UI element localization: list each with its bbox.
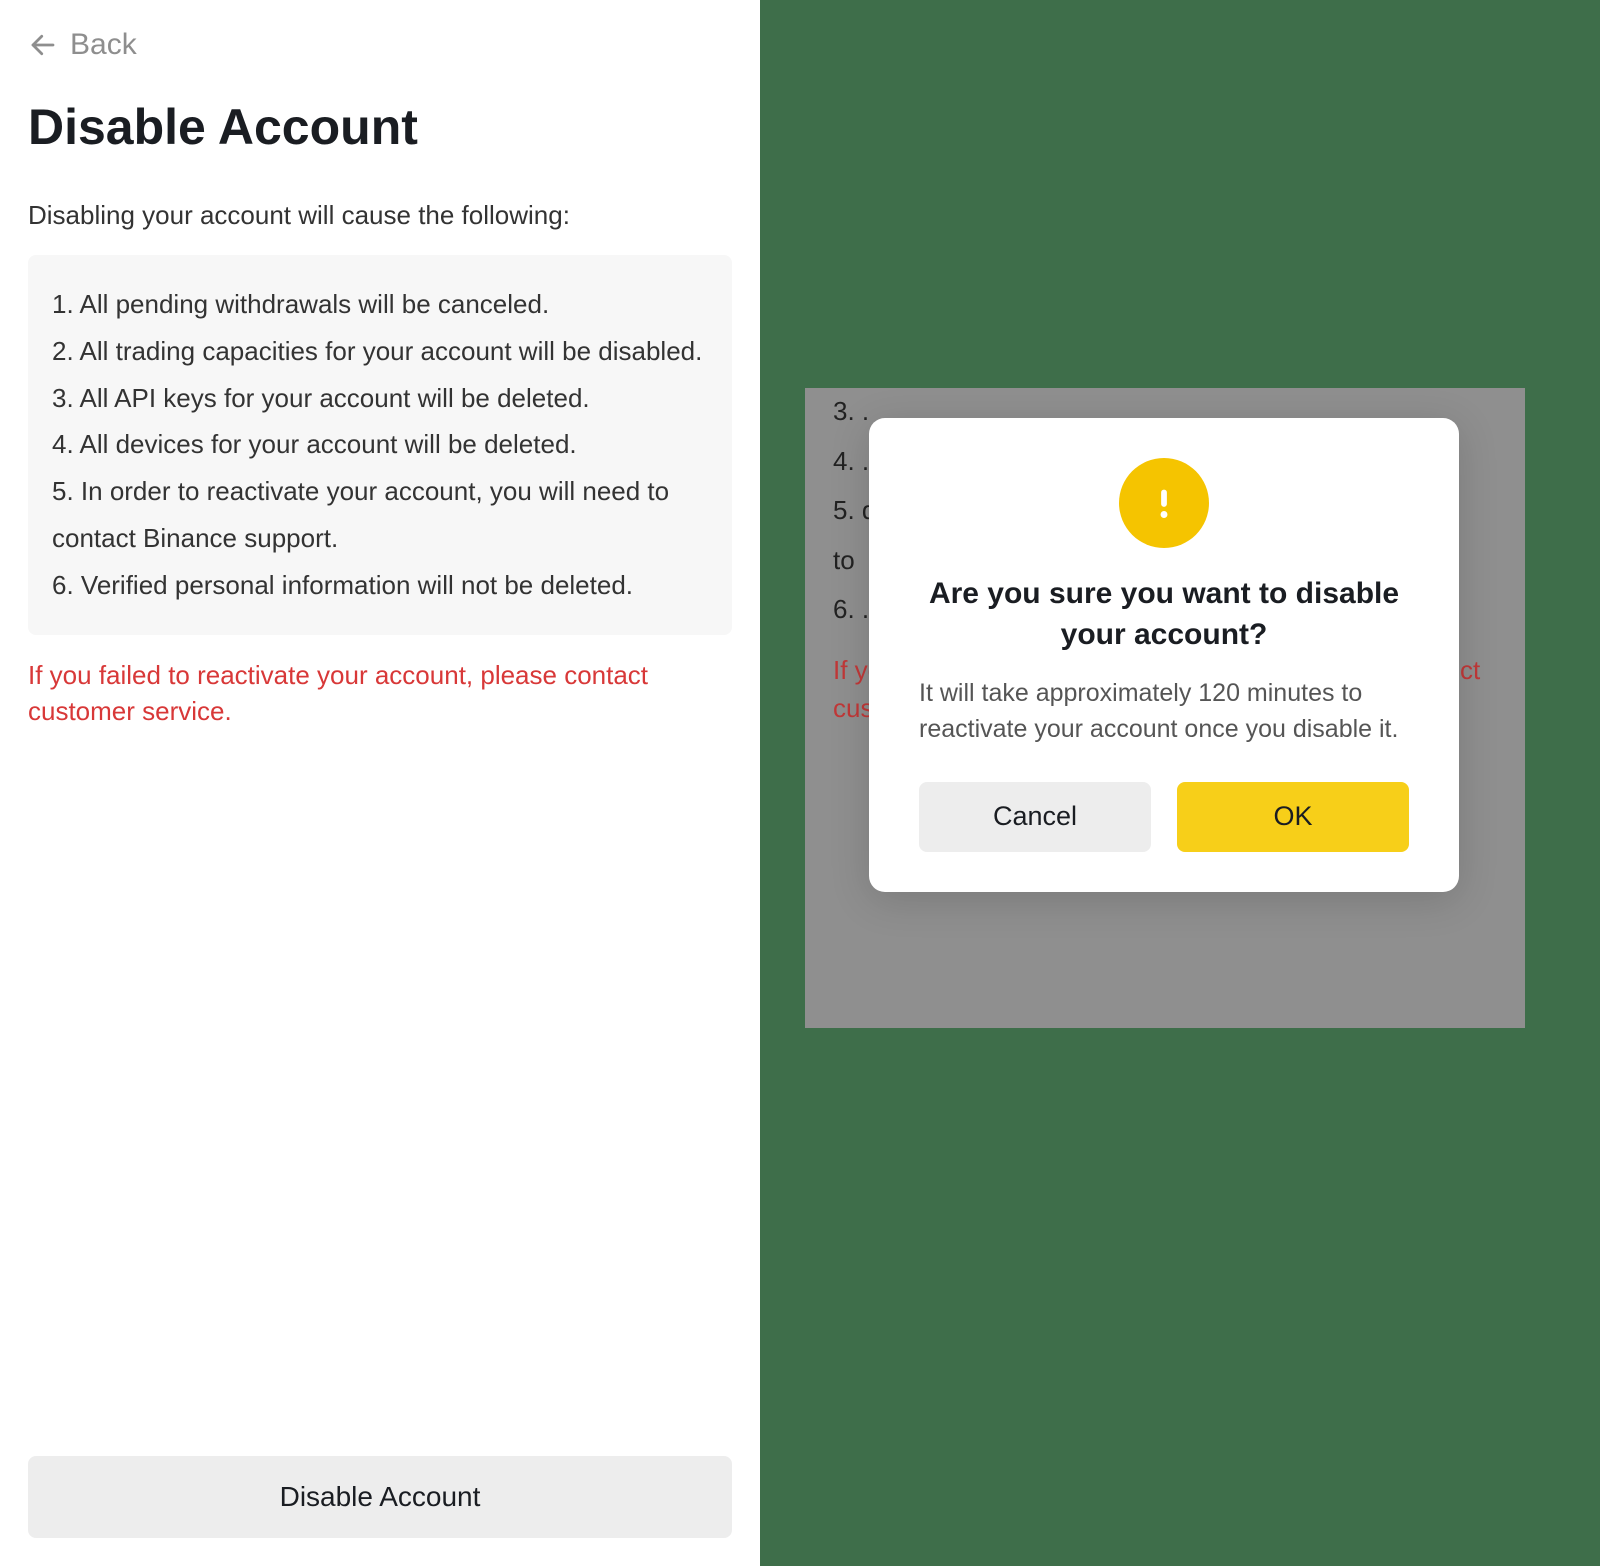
back-label: Back	[70, 28, 137, 62]
disable-account-button[interactable]: Disable Account	[28, 1456, 732, 1538]
ok-button[interactable]: OK	[1177, 782, 1409, 852]
cancel-button[interactable]: Cancel	[919, 782, 1151, 852]
list-item: 2. All trading capacities for your accou…	[52, 328, 708, 375]
disable-account-screen: Back Disable Account Disabling your acco…	[0, 0, 760, 1566]
dialog-buttons: Cancel OK	[919, 782, 1409, 852]
list-item: 5. In order to reactivate your account, …	[52, 468, 708, 562]
back-button[interactable]: Back	[28, 28, 732, 62]
confirm-dialog-screen: disabled. 3. . 4. . 5. d to 6. . If you …	[805, 388, 1525, 1028]
page-title: Disable Account	[28, 98, 732, 156]
dialog-body: It will take approximately 120 minutes t…	[919, 675, 1409, 748]
dialog-title: Are you sure you want to disable your ac…	[919, 574, 1409, 655]
confirm-dialog: Are you sure you want to disable your ac…	[869, 418, 1459, 892]
intro-text: Disabling your account will cause the fo…	[28, 200, 732, 231]
list-item: 3. All API keys for your account will be…	[52, 375, 708, 422]
consequence-list: 1. All pending withdrawals will be cance…	[28, 255, 732, 635]
arrow-left-icon	[28, 30, 58, 60]
list-item: 1. All pending withdrawals will be cance…	[52, 281, 708, 328]
list-item: 6. Verified personal information will no…	[52, 562, 708, 609]
warning-text: If you failed to reactivate your account…	[28, 657, 732, 730]
list-item: 4. All devices for your account will be …	[52, 421, 708, 468]
warning-icon	[1119, 458, 1209, 548]
